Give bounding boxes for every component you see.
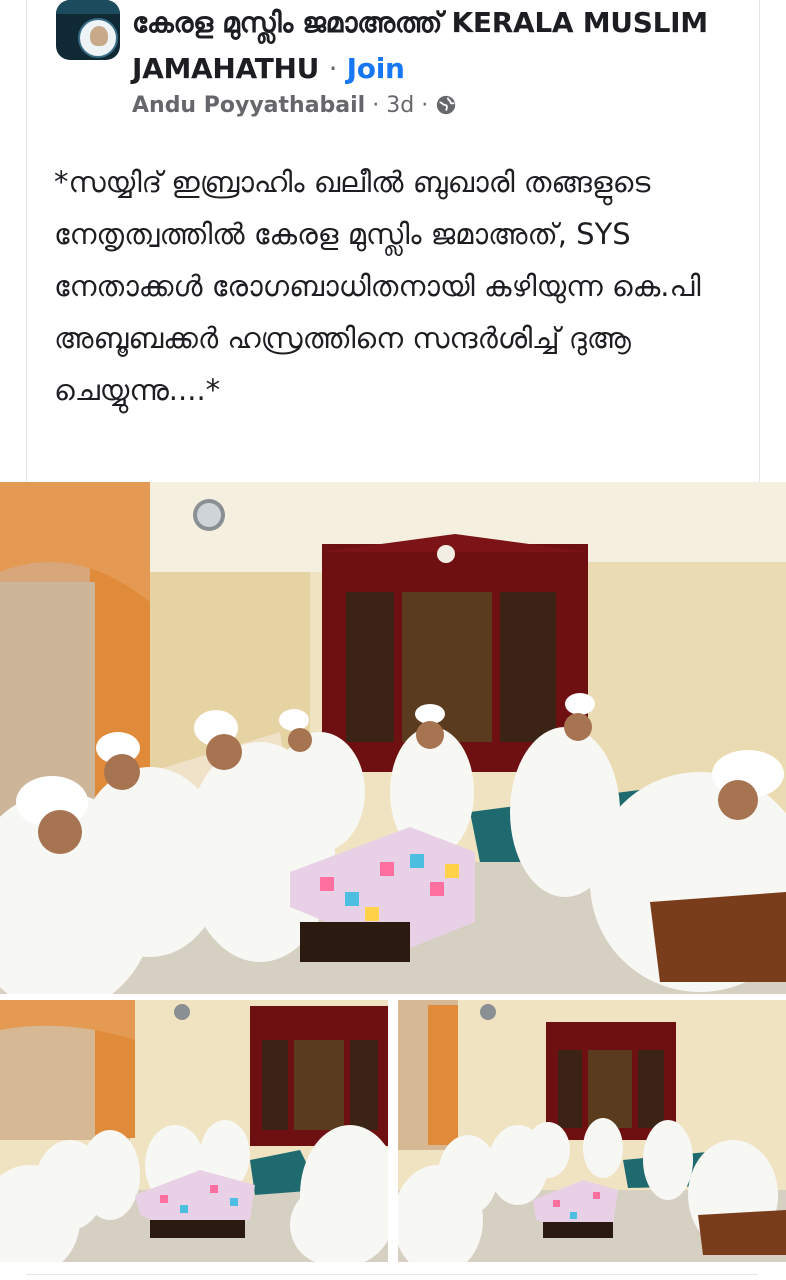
post-photo-main[interactable] bbox=[0, 482, 786, 994]
post-text: *സയ്യിദ് ഇബ്രാഹിം ഖലീൽ ബുഖാരി തങ്ങളുടെ ന… bbox=[54, 165, 701, 407]
header-separator: · bbox=[328, 52, 338, 85]
feed-post: കേരള മുസ്ലിം ജമാഅത്ത് KERALA MUSLIM JAMA… bbox=[0, 0, 786, 1280]
meta-separator: · bbox=[421, 93, 429, 118]
post-photo-2[interactable] bbox=[0, 1000, 388, 1262]
photo-illustration bbox=[0, 482, 786, 994]
post-meta: Andu Poyyathabail · 3d · bbox=[132, 90, 457, 122]
photo-illustration bbox=[398, 1000, 786, 1262]
meta-separator: · bbox=[372, 93, 380, 118]
post-header: കേരള മുസ്ലിം ജമാഅത്ത് KERALA MUSLIM JAMA… bbox=[132, 0, 752, 92]
group-avatar[interactable] bbox=[56, 0, 120, 60]
globe-icon bbox=[437, 95, 456, 115]
post-divider bbox=[26, 1274, 758, 1275]
post-photo-3[interactable] bbox=[398, 1000, 786, 1262]
join-button[interactable]: Join bbox=[347, 52, 405, 85]
author-name[interactable]: Andu Poyyathabail bbox=[132, 93, 365, 118]
group-name[interactable]: കേരള മുസ്ലിം ജമാഅത്ത് KERALA MUSLIM JAMA… bbox=[132, 6, 708, 85]
photo-illustration bbox=[0, 1000, 388, 1262]
author-avatar[interactable] bbox=[78, 18, 118, 58]
post-time[interactable]: 3d bbox=[386, 93, 414, 118]
